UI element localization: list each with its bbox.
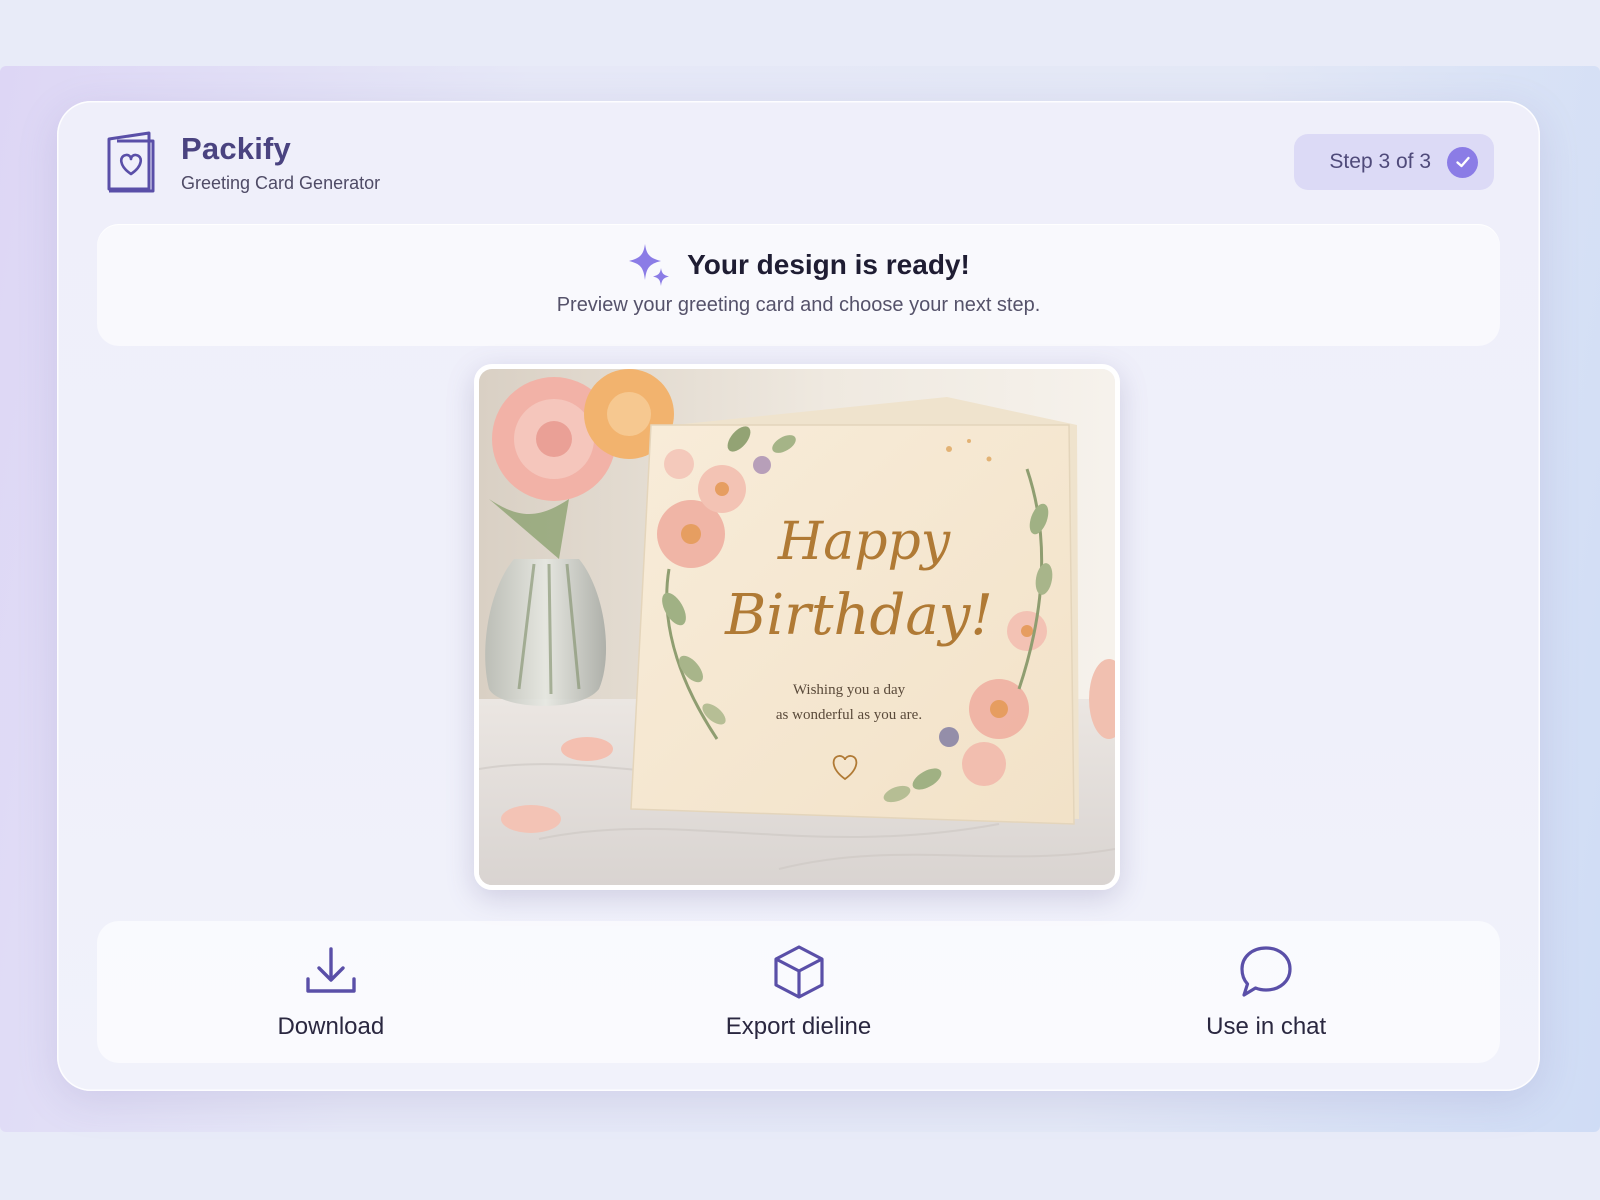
- brand-block: Packify Greeting Card Generator: [181, 131, 380, 194]
- check-circle-icon: [1447, 146, 1478, 178]
- card-headline-line1: Happy: [777, 512, 951, 572]
- status-title: Your design is ready!: [687, 249, 970, 280]
- use-in-chat-label: Use in chat: [1206, 1013, 1327, 1040]
- export-dieline-label: Export dieline: [725, 1013, 872, 1040]
- step-label: Step 3 of 3: [1329, 150, 1431, 173]
- use-in-chat-button[interactable]: Use in chat: [1032, 921, 1500, 1063]
- status-subtitle: Preview your greeting card and choose yo…: [556, 294, 1041, 316]
- export-dieline-button[interactable]: Export dieline: [565, 921, 1033, 1063]
- generator-panel: Packify Greeting Card Generator Step 3 o…: [57, 101, 1540, 1091]
- card-message-line1: Wishing you a day: [793, 682, 906, 698]
- step-badge: Step 3 of 3: [1294, 134, 1494, 190]
- status-card: Your design is ready! Preview your greet…: [97, 224, 1500, 346]
- card-preview-image: Happy Birthday! Wishing you a day as won…: [474, 364, 1120, 890]
- brand-subtitle: Greeting Card Generator: [181, 172, 381, 193]
- download-icon: [306, 947, 356, 993]
- sparkle-icon: [629, 244, 670, 286]
- card-message-line2: as wonderful as you are.: [776, 707, 922, 723]
- app-header: Packify Greeting Card Generator: [105, 129, 380, 195]
- card-headline-line2: Birthday!: [724, 583, 993, 648]
- brand-name: Packify: [181, 130, 291, 166]
- download-button[interactable]: Download: [97, 921, 565, 1063]
- chat-bubble-icon: [1240, 946, 1292, 997]
- card-heart-icon: [107, 131, 155, 193]
- box-icon: [773, 945, 824, 999]
- action-bar: Download Export dieline Use in chat: [97, 921, 1500, 1063]
- download-label: Download: [277, 1013, 385, 1040]
